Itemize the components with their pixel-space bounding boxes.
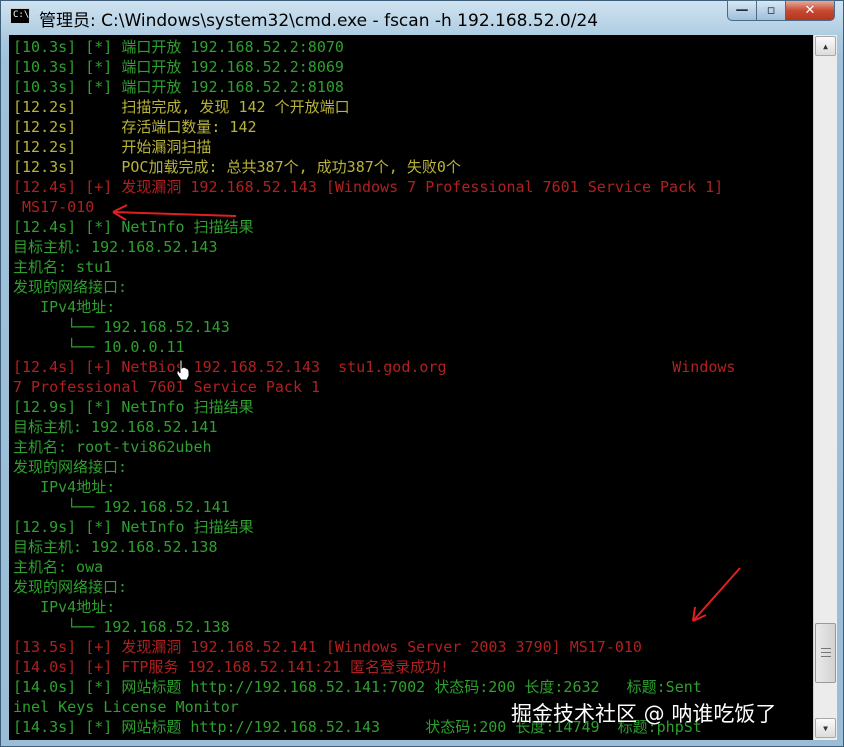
maximize-button[interactable]: ▫: [756, 0, 785, 21]
arrow-ms17-010-second: [692, 567, 741, 622]
close-button[interactable]: ✕: [785, 0, 835, 21]
scroll-thumb[interactable]: [815, 623, 836, 683]
arrow-ms17-010-first: [112, 204, 237, 221]
watermark: 掘金技术社区 @ 呐谁吃饭了: [511, 702, 777, 726]
cmd-window: C:\ 管理员: C:\Windows\system32\cmd.exe - f…: [0, 0, 844, 747]
cmd-app-icon[interactable]: C:\: [10, 8, 30, 24]
minimize-button[interactable]: —: [727, 0, 756, 21]
window-controls: — ▫ ✕: [727, 0, 835, 22]
scroll-up-button[interactable]: ▲: [815, 36, 836, 56]
console-output[interactable]: [10.3s] [*] 端口开放 192.168.52.2:8070 [10.3s…: [9, 35, 813, 740]
vertical-scrollbar[interactable]: ▲ ▼: [813, 35, 837, 740]
hand-cursor-icon: [176, 359, 190, 381]
annotation-arrows: [112, 204, 741, 622]
window-title: 管理员: C:\Windows\system32\cmd.exe - fscan…: [39, 11, 599, 31]
scroll-down-button[interactable]: ▼: [815, 718, 836, 738]
title-bar[interactable]: C:\ 管理员: C:\Windows\system32\cmd.exe - f…: [1, 0, 843, 35]
